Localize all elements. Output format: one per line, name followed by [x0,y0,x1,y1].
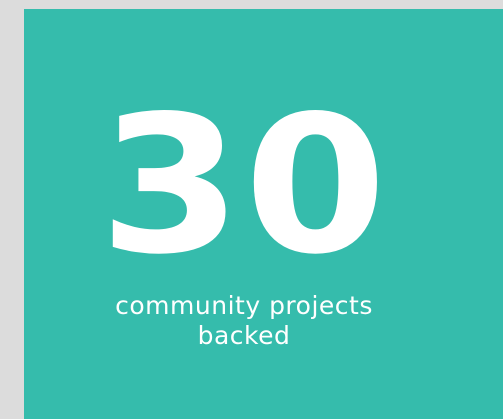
stat-number: 30 [99,75,389,296]
stat-label: community projects backed [24,291,464,351]
stat-label-line-2: backed [197,321,291,350]
stat-label-line-1: community projects [115,291,373,320]
stat-card: 30 community projects backed [24,9,503,419]
